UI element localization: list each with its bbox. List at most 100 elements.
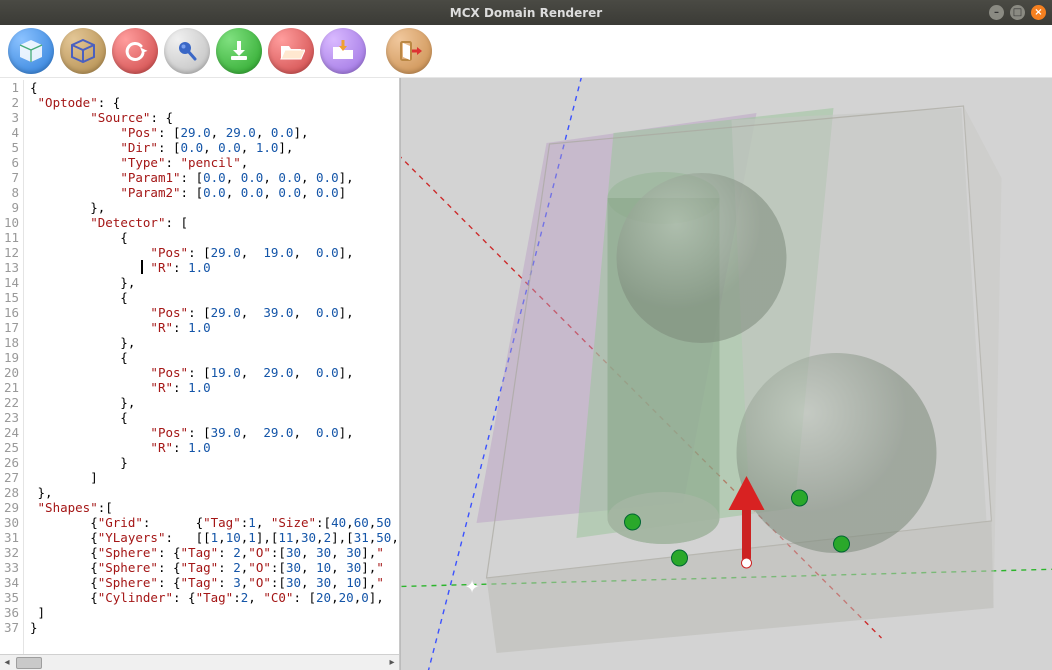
line-number: 17: [0, 320, 19, 335]
code-line[interactable]: ]: [30, 605, 399, 620]
code-line[interactable]: "Param2": [0.0, 0.0, 0.0, 0.0]: [30, 185, 399, 200]
titlebar: MCX Domain Renderer – □ ×: [0, 0, 1052, 25]
code-line[interactable]: "Source": {: [30, 110, 399, 125]
line-number: 32: [0, 545, 19, 560]
line-number: 34: [0, 575, 19, 590]
line-number: 1: [0, 80, 19, 95]
3d-viewport[interactable]: ✦: [400, 78, 1052, 670]
code-line[interactable]: {"Cylinder": {"Tag":2, "C0": [20,20,0],: [30, 590, 399, 605]
code-line[interactable]: ]: [30, 470, 399, 485]
exit-icon[interactable]: [386, 28, 432, 74]
code-line[interactable]: "Pos": [29.0, 19.0, 0.0],: [30, 245, 399, 260]
toolbar: [0, 25, 1052, 78]
line-number: 10: [0, 215, 19, 230]
minimize-button[interactable]: –: [989, 5, 1004, 20]
line-number: 26: [0, 455, 19, 470]
code-line[interactable]: "Pos": [29.0, 39.0, 0.0],: [30, 305, 399, 320]
detector-marker: [792, 490, 808, 506]
detector-marker: [625, 514, 641, 530]
undo-icon[interactable]: [112, 28, 158, 74]
window-buttons: – □ ×: [989, 5, 1046, 20]
scroll-thumb[interactable]: [16, 657, 42, 669]
code-line[interactable]: {: [30, 80, 399, 95]
code-line[interactable]: "Pos": [19.0, 29.0, 0.0],: [30, 365, 399, 380]
line-number: 37: [0, 620, 19, 635]
line-number: 30: [0, 515, 19, 530]
line-number: 12: [0, 245, 19, 260]
code-line[interactable]: "Type": "pencil",: [30, 155, 399, 170]
folder-download-icon[interactable]: [320, 28, 366, 74]
code-line[interactable]: "R": 1.0: [30, 320, 399, 335]
code-line[interactable]: }: [30, 455, 399, 470]
sphere-shape: [737, 353, 937, 553]
line-number: 29: [0, 500, 19, 515]
code-line[interactable]: "Optode": {: [30, 95, 399, 110]
detector-marker: [672, 550, 688, 566]
code-line[interactable]: "R": 1.0: [30, 380, 399, 395]
line-number: 6: [0, 155, 19, 170]
line-number: 21: [0, 380, 19, 395]
code-line[interactable]: {: [30, 350, 399, 365]
line-number: 33: [0, 560, 19, 575]
line-number: 28: [0, 485, 19, 500]
line-number: 35: [0, 590, 19, 605]
maximize-button[interactable]: □: [1010, 5, 1025, 20]
line-number: 3: [0, 110, 19, 125]
line-number: 25: [0, 440, 19, 455]
code-line[interactable]: {"YLayers": [[1,10,1],[11,30,2],[31,50,: [30, 530, 399, 545]
line-number: 23: [0, 410, 19, 425]
code-line[interactable]: {"Grid": {"Tag":1, "Size":[40,60,50: [30, 515, 399, 530]
code-line[interactable]: {: [30, 410, 399, 425]
code-line[interactable]: "Pos": [29.0, 29.0, 0.0],: [30, 125, 399, 140]
line-number: 22: [0, 395, 19, 410]
code-line[interactable]: },: [30, 485, 399, 500]
code-body[interactable]: { "Optode": { "Source": { "Pos": [29.0, …: [24, 80, 399, 654]
line-number: 9: [0, 200, 19, 215]
code-line[interactable]: {"Sphere": {"Tag": 3,"O":[30, 30, 10],": [30, 575, 399, 590]
code-line[interactable]: },: [30, 200, 399, 215]
code-line[interactable]: },: [30, 395, 399, 410]
download-icon[interactable]: [216, 28, 262, 74]
code-line[interactable]: "R": 1.0: [30, 440, 399, 455]
code-line[interactable]: },: [30, 275, 399, 290]
code-line[interactable]: }: [30, 620, 399, 635]
cube-filled-icon[interactable]: [8, 28, 54, 74]
line-number: 18: [0, 335, 19, 350]
close-button[interactable]: ×: [1031, 5, 1046, 20]
line-number: 8: [0, 185, 19, 200]
code-line[interactable]: {: [30, 230, 399, 245]
code-line[interactable]: "R": 1.0: [30, 260, 399, 275]
folder-open-icon[interactable]: [268, 28, 314, 74]
line-number: 5: [0, 140, 19, 155]
pin-icon[interactable]: [164, 28, 210, 74]
line-number: 16: [0, 305, 19, 320]
code-line[interactable]: "Detector": [: [30, 215, 399, 230]
line-gutter: 1234567891011121314151617181920212223242…: [0, 80, 24, 654]
cube-outline-icon[interactable]: [60, 28, 106, 74]
code-line[interactable]: "Dir": [0.0, 0.0, 1.0],: [30, 140, 399, 155]
sphere-shape: [617, 173, 787, 343]
line-number: 27: [0, 470, 19, 485]
code-editor[interactable]: 1234567891011121314151617181920212223242…: [0, 78, 400, 670]
scroll-right-arrow[interactable]: ▸: [385, 657, 399, 668]
code-line[interactable]: "Shapes":[: [30, 500, 399, 515]
code-line[interactable]: {"Sphere": {"Tag": 2,"O":[30, 10, 30],": [30, 560, 399, 575]
text-caret: [141, 260, 143, 274]
line-number: 19: [0, 350, 19, 365]
code-line[interactable]: {"Sphere": {"Tag": 2,"O":[30, 30, 30],": [30, 545, 399, 560]
detector-marker: [834, 536, 850, 552]
horizontal-scrollbar[interactable]: ◂ ▸: [0, 654, 399, 670]
code-line[interactable]: {: [30, 290, 399, 305]
code-line[interactable]: "Pos": [39.0, 29.0, 0.0],: [30, 425, 399, 440]
line-number: 13: [0, 260, 19, 275]
line-number: 14: [0, 275, 19, 290]
line-number: 20: [0, 365, 19, 380]
line-number: 24: [0, 425, 19, 440]
code-line[interactable]: },: [30, 335, 399, 350]
scroll-left-arrow[interactable]: ◂: [0, 657, 14, 668]
line-number: 36: [0, 605, 19, 620]
line-number: 11: [0, 230, 19, 245]
scroll-track[interactable]: [42, 657, 385, 669]
code-line[interactable]: "Param1": [0.0, 0.0, 0.0, 0.0],: [30, 170, 399, 185]
line-number: 4: [0, 125, 19, 140]
